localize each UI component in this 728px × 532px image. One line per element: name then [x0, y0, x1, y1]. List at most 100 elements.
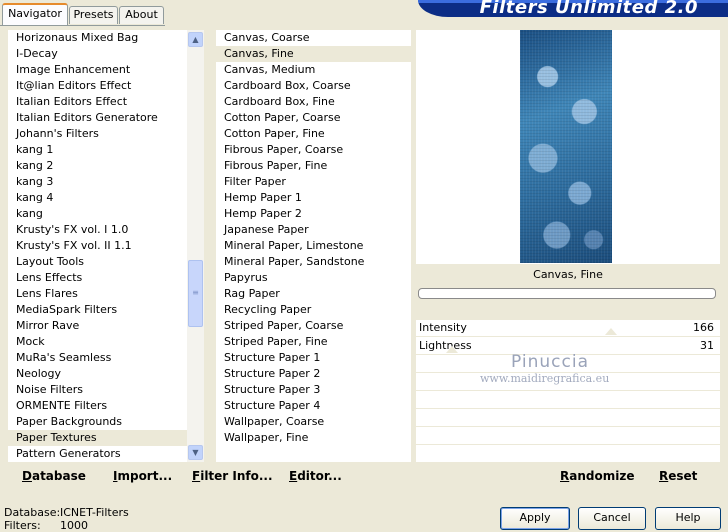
- status-value: ICNET-Filters: [60, 506, 129, 519]
- filter-list[interactable]: Canvas, Coarse Canvas, Fine Canvas, Medium…: [216, 30, 411, 462]
- filter-item[interactable]: Structure Paper 2: [216, 366, 411, 382]
- left-button-bar: Database Import... Filter Info... Editor…: [8, 463, 411, 491]
- param-value: 31: [700, 339, 714, 352]
- slider-marker[interactable]: [605, 328, 617, 335]
- category-item[interactable]: MediaSpark Filters: [8, 302, 204, 318]
- filter-item[interactable]: Canvas, Coarse: [216, 30, 411, 46]
- filter-item[interactable]: Recycling Paper: [216, 302, 411, 318]
- filter-item[interactable]: Cotton Paper, Fine: [216, 126, 411, 142]
- cancel-button[interactable]: Cancel: [578, 507, 646, 530]
- database-button[interactable]: Database: [22, 469, 86, 483]
- tab-presets[interactable]: Presets: [69, 6, 118, 24]
- reset-button[interactable]: Reset: [659, 469, 697, 483]
- param-row-intensity[interactable]: Intensity 166: [416, 320, 720, 337]
- filter-item[interactable]: Hemp Paper 1: [216, 190, 411, 206]
- category-item-label: Image Enhancement: [16, 63, 131, 76]
- category-item[interactable]: Krusty's FX vol. I 1.0: [8, 222, 204, 238]
- category-list[interactable]: Horizonaus Mixed Bag I-Decay Image Enhance…: [8, 30, 204, 462]
- category-item-label: Paper Textures: [16, 431, 97, 444]
- filter-item[interactable]: Striped Paper, Coarse: [216, 318, 411, 334]
- grip-icon: ≡: [192, 288, 199, 297]
- filter-item-label: Mineral Paper, Limestone: [224, 239, 364, 252]
- category-item-label: Mock: [16, 335, 45, 348]
- filter-item[interactable]: Fibrous Paper, Fine: [216, 158, 411, 174]
- scroll-down-button[interactable]: ▼: [188, 445, 203, 460]
- category-item[interactable]: kang 1: [8, 142, 204, 158]
- category-item[interactable]: kang: [8, 206, 204, 222]
- category-item[interactable]: MuRa's Seamless: [8, 350, 204, 366]
- progress-area: [416, 286, 720, 320]
- filter-item-label: Filter Paper: [224, 175, 286, 188]
- filter-item[interactable]: Striped Paper, Fine: [216, 334, 411, 350]
- filter-item-label: Fibrous Paper, Fine: [224, 159, 328, 172]
- category-item-label: kang 2: [16, 159, 54, 172]
- category-item[interactable]: Paper Backgrounds: [8, 414, 204, 430]
- filter-item-label: Japanese Paper: [224, 223, 309, 236]
- category-item[interactable]: Paper Textures: [8, 430, 204, 446]
- filter-item-label: Striped Paper, Fine: [224, 335, 328, 348]
- filter-item[interactable]: Rag Paper: [216, 286, 411, 302]
- filter-item[interactable]: Fibrous Paper, Coarse: [216, 142, 411, 158]
- category-item-label: I-Decay: [16, 47, 58, 60]
- category-items: Horizonaus Mixed Bag I-Decay Image Enhance…: [8, 30, 204, 462]
- filter-item[interactable]: Mineral Paper, Limestone: [216, 238, 411, 254]
- filter-item[interactable]: Wallpaper, Fine: [216, 430, 411, 446]
- category-item[interactable]: Krusty's FX vol. II 1.1: [8, 238, 204, 254]
- filter-item[interactable]: Mineral Paper, Sandstone: [216, 254, 411, 270]
- category-item[interactable]: Neology: [8, 366, 204, 382]
- filter-item[interactable]: Papyrus: [216, 270, 411, 286]
- category-item[interactable]: Image Enhancement: [8, 62, 204, 78]
- apply-button[interactable]: Apply: [500, 507, 570, 530]
- filter-item[interactable]: Japanese Paper: [216, 222, 411, 238]
- category-item[interactable]: ORMENTE Filters: [8, 398, 204, 414]
- category-item-label: kang 4: [16, 191, 54, 204]
- filter-item[interactable]: Wallpaper, Coarse: [216, 414, 411, 430]
- filter-item[interactable]: Canvas, Medium: [216, 62, 411, 78]
- slider-marker[interactable]: [446, 346, 458, 353]
- import-button[interactable]: Import...: [113, 469, 172, 483]
- category-item[interactable]: kang 4: [8, 190, 204, 206]
- category-item-label: ORMENTE Filters: [16, 399, 108, 412]
- status-value: 1000: [60, 519, 88, 532]
- category-item-label: Layout Tools: [16, 255, 84, 268]
- category-item[interactable]: Pattern Generators: [8, 446, 204, 462]
- filter-item[interactable]: Structure Paper 1: [216, 350, 411, 366]
- tab-navigator[interactable]: Navigator: [2, 3, 68, 25]
- category-item[interactable]: Noise Filters: [8, 382, 204, 398]
- help-button[interactable]: Help: [655, 507, 721, 530]
- param-row-empty: [416, 428, 720, 445]
- scroll-up-button[interactable]: ▲: [188, 32, 203, 47]
- category-item[interactable]: Johann's Filters: [8, 126, 204, 142]
- filter-item[interactable]: Cardboard Box, Fine: [216, 94, 411, 110]
- app-title: Filters Unlimited 2.0: [479, 0, 698, 17]
- filter-info-button[interactable]: Filter Info...: [192, 469, 273, 483]
- category-item[interactable]: Lens Flares: [8, 286, 204, 302]
- filter-item-label: Hemp Paper 1: [224, 191, 302, 204]
- category-scrollbar[interactable]: ▲ ≡ ▼: [187, 30, 204, 462]
- preview-panel: Canvas, Fine Intensity 166 Lightness 31 …: [416, 30, 720, 463]
- filter-item[interactable]: Canvas, Fine: [216, 46, 411, 62]
- category-item[interactable]: Italian Editors Effect: [8, 94, 204, 110]
- category-item[interactable]: Horizonaus Mixed Bag: [8, 30, 204, 46]
- category-item[interactable]: Mirror Rave: [8, 318, 204, 334]
- category-item[interactable]: Lens Effects: [8, 270, 204, 286]
- scroll-thumb[interactable]: ≡: [188, 260, 203, 327]
- category-item[interactable]: It@lian Editors Effect: [8, 78, 204, 94]
- category-item[interactable]: kang 3: [8, 174, 204, 190]
- category-item-label: Johann's Filters: [16, 127, 99, 140]
- category-item[interactable]: I-Decay: [8, 46, 204, 62]
- category-item[interactable]: Mock: [8, 334, 204, 350]
- tab-about[interactable]: About: [119, 6, 164, 24]
- category-item[interactable]: Layout Tools: [8, 254, 204, 270]
- randomize-button[interactable]: Randomize: [560, 469, 634, 483]
- filter-item[interactable]: Filter Paper: [216, 174, 411, 190]
- category-item[interactable]: Italian Editors Generatore: [8, 110, 204, 126]
- filter-item[interactable]: Cotton Paper, Coarse: [216, 110, 411, 126]
- editor-button[interactable]: Editor...: [289, 469, 342, 483]
- filter-item[interactable]: Structure Paper 3: [216, 382, 411, 398]
- category-item-label: Paper Backgrounds: [16, 415, 123, 428]
- category-item[interactable]: kang 2: [8, 158, 204, 174]
- filter-item[interactable]: Hemp Paper 2: [216, 206, 411, 222]
- filter-item[interactable]: Structure Paper 4: [216, 398, 411, 414]
- filter-item[interactable]: Cardboard Box, Coarse: [216, 78, 411, 94]
